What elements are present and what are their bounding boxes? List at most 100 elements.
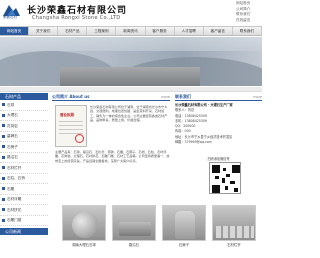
bullet-icon bbox=[2, 197, 5, 201]
site-header: 荣鑫石材 长沙荣鑫石材有限公司 Changsha Rongxi Stone Co… bbox=[0, 0, 262, 25]
bullet-icon bbox=[2, 134, 5, 138]
sidebar-item[interactable]: 石狮子 bbox=[0, 142, 48, 153]
product-label[interactable]: 路沿石 bbox=[112, 241, 156, 249]
logo-text: 荣鑫石材 bbox=[3, 15, 17, 19]
bullet-icon bbox=[2, 124, 5, 128]
qr-module bbox=[230, 181, 235, 184]
sidebar-item-label: 石雕 bbox=[7, 186, 15, 191]
about-text-products: 主要产品有：石球、路沿石、石栏杆、墓碑、石雕、石狮子、石桥、石柱、石材浮雕、花岗… bbox=[55, 150, 170, 163]
sidebar-item-label: 石材栏杆 bbox=[7, 165, 22, 170]
bullet-icon bbox=[2, 155, 5, 159]
sidebar-item[interactable]: 石材栏杆 bbox=[0, 163, 48, 174]
stone-lion bbox=[175, 211, 195, 239]
sidebar-item[interactable]: 路沿石 bbox=[0, 153, 48, 163]
search-bar bbox=[0, 87, 262, 92]
sidebar-item[interactable]: 大理石 bbox=[0, 111, 48, 121]
sidebar-item[interactable]: 石球 bbox=[0, 100, 48, 111]
product-card[interactable]: 石材栏杆 bbox=[212, 205, 256, 258]
nav-item-about[interactable]: 关于我们 bbox=[29, 27, 59, 35]
sidebar-item-label: 石雕门楼 bbox=[7, 218, 22, 223]
sidebar-item[interactable]: 石柱、石桥 bbox=[0, 174, 48, 184]
product-card[interactable]: 湖南大理石石球 bbox=[62, 205, 106, 258]
about-text: 长沙荣鑫石材有限公司位于湖南，位于湖南省长沙市宁乡县，交通便利。地理位置优越，是… bbox=[90, 105, 168, 122]
product-card[interactable]: 路沿石 bbox=[112, 205, 156, 258]
contact-title: 联系我们 more bbox=[175, 93, 262, 101]
sidebar-item[interactable]: 石雕 bbox=[0, 184, 48, 195]
top-links: 网站首页 公司简介 联系我们 在线留言 bbox=[236, 1, 262, 23]
qr-finder bbox=[232, 165, 240, 173]
license-line bbox=[59, 129, 83, 130]
bullet-icon bbox=[2, 176, 5, 180]
product-image[interactable] bbox=[112, 205, 156, 241]
contact-section: 联系我们 more 长沙荣鑫石材有限公司 - 大理石生产厂家 联系人：刘总 电话… bbox=[175, 93, 262, 203]
bullet-icon bbox=[2, 103, 5, 107]
about-section: 公司简介 About us more 营业执照 长沙荣鑫石材有限公司位于湖南，位… bbox=[52, 93, 170, 203]
qr-module bbox=[234, 188, 238, 192]
product-image[interactable] bbox=[162, 205, 206, 241]
sidebar-item-label: 石材浮雕 bbox=[7, 197, 22, 202]
about-title: 公司简介 About us more bbox=[52, 93, 170, 101]
product-card[interactable]: 石狮子 bbox=[162, 205, 206, 258]
sidebar-item[interactable]: 花岗岩 bbox=[0, 121, 48, 132]
qr-caption: 扫码添加微信号 bbox=[207, 157, 230, 161]
sidebar-item-label: 大理石 bbox=[7, 113, 18, 118]
product-image[interactable] bbox=[62, 205, 106, 241]
sidebar-item-label: 墓碑石 bbox=[7, 134, 18, 139]
qr-module bbox=[226, 174, 230, 177]
wechat-qr-code-icon bbox=[209, 162, 241, 194]
license-line bbox=[59, 125, 83, 126]
nav-item-products[interactable]: 石材产品 bbox=[58, 27, 88, 35]
contact-title-text: 联系我们 bbox=[175, 94, 191, 99]
company-name-en: Changsha Rongxi Stone Co.,LTD bbox=[32, 15, 121, 21]
bullet-icon bbox=[2, 145, 5, 149]
bullet-icon bbox=[2, 187, 5, 191]
product-label[interactable]: 石狮子 bbox=[162, 241, 206, 249]
license-title: 营业执照 bbox=[60, 113, 74, 117]
banner-stone bbox=[60, 67, 200, 86]
banner-sky bbox=[0, 37, 262, 51]
nav-item-news[interactable]: 新闻资讯 bbox=[116, 27, 146, 35]
nav-item-cases[interactable]: 工程案例 bbox=[87, 27, 117, 35]
bullet-icon bbox=[2, 166, 5, 170]
main-nav: 网站首页 关于我们 石材产品 工程案例 新闻资讯 客户服务 人才招聘 客户留言 … bbox=[0, 26, 262, 36]
product-image[interactable] bbox=[212, 205, 256, 241]
sidebar-item-label: 花岗岩 bbox=[7, 123, 18, 128]
nav-item-home[interactable]: 网站首页 bbox=[0, 27, 30, 35]
sidebar-item[interactable]: 石材浮雕 bbox=[0, 195, 48, 205]
sidebar-item[interactable]: 石雕门楼 bbox=[0, 216, 48, 226]
product-label[interactable]: 湖南大理石石球 bbox=[62, 241, 106, 249]
product-gallery: 湖南大理石石球 路沿石 石狮子 石材栏杆 bbox=[52, 205, 262, 258]
product-sidebar: 石材产品 石球 大理石 花岗岩 墓碑石 石狮子 路沿石 石材栏杆 石柱、石桥 石… bbox=[0, 93, 48, 258]
sidebar-item-label: 石狮子 bbox=[7, 144, 18, 149]
nav-item-service[interactable]: 客户服务 bbox=[146, 27, 175, 35]
qr-module bbox=[223, 168, 226, 171]
nav-item-contact[interactable]: 联系我们 bbox=[233, 27, 262, 35]
product-label[interactable]: 石材栏杆 bbox=[212, 241, 256, 249]
nav-item-message[interactable]: 客户留言 bbox=[204, 27, 233, 35]
qr-module bbox=[225, 186, 228, 190]
bullet-icon bbox=[2, 113, 5, 117]
nav-item-jobs[interactable]: 人才招聘 bbox=[175, 27, 204, 35]
sidebar-item-label: 路沿石 bbox=[7, 155, 18, 160]
qr-module bbox=[215, 176, 219, 179]
sidebar-item-label: 石材拼花 bbox=[7, 207, 22, 212]
stone-railing bbox=[216, 226, 254, 238]
about-more-link[interactable]: more bbox=[161, 93, 170, 101]
top-link-message[interactable]: 在线留言 bbox=[236, 18, 262, 24]
contact-more-link[interactable]: more bbox=[253, 93, 262, 101]
about-title-text: 公司简介 About us bbox=[52, 94, 90, 99]
hero-banner bbox=[0, 37, 262, 86]
qr-finder bbox=[212, 185, 220, 193]
sidebar-item[interactable]: 墓碑石 bbox=[0, 132, 48, 142]
curb-stone bbox=[119, 222, 151, 236]
bullet-icon bbox=[2, 218, 5, 222]
sidebar-item-label: 石柱、石桥 bbox=[7, 176, 25, 181]
sidebar-news-title[interactable]: 公司新闻 bbox=[0, 228, 48, 235]
stone-ball bbox=[72, 212, 98, 238]
qr-module bbox=[222, 178, 225, 183]
sidebar-item[interactable]: 石材拼花 bbox=[0, 205, 48, 216]
business-license-image[interactable]: 营业执照 bbox=[55, 105, 87, 147]
sidebar-item-label: 石球 bbox=[7, 102, 15, 107]
qr-finder bbox=[212, 165, 220, 173]
contact-email: 邮箱：379999@qq.com bbox=[175, 140, 212, 145]
